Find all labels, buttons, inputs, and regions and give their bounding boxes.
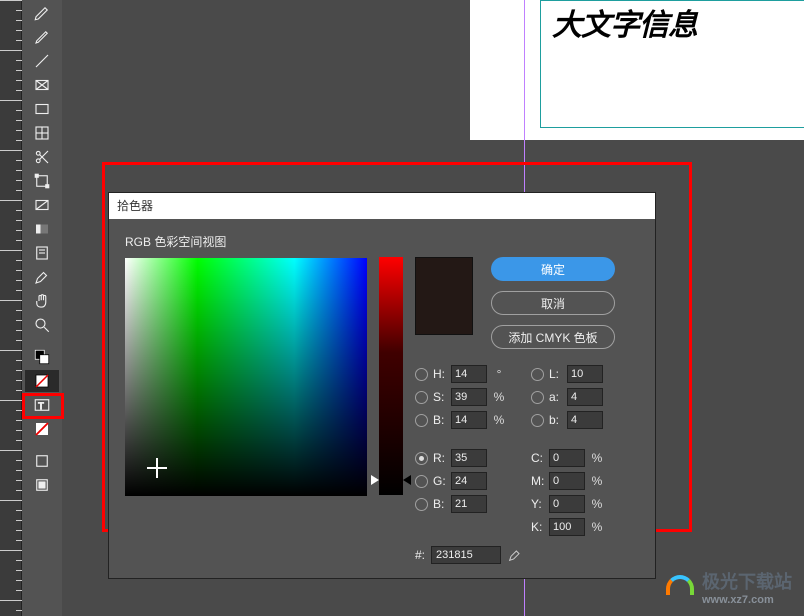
watermark: 极光下载站 www.xz7.com [666,568,792,606]
label-b-rgb: B: [433,497,451,511]
watermark-brand: 极光下载站 [702,572,792,592]
radio-l[interactable] [531,368,544,381]
grid-tool-icon[interactable] [25,122,59,144]
unit-h: ° [491,367,507,381]
label-b-lab: b: [549,413,567,427]
input-b-lab[interactable] [567,411,603,429]
fill-stroke-swap-icon[interactable] [25,346,59,368]
document-canvas[interactable]: 大文字信息 [470,0,804,140]
view-mode-preview-icon[interactable] [25,474,59,496]
pen-tool-icon[interactable] [25,2,59,24]
vertical-ruler [0,0,22,616]
ok-button[interactable]: 确定 [491,257,615,281]
radio-bv[interactable] [415,414,428,427]
watermark-url: www.xz7.com [702,594,792,606]
input-l[interactable] [567,365,603,383]
rectangle-frame-tool-icon[interactable] [25,74,59,96]
input-k[interactable] [549,518,585,536]
color-preview-swatch [415,257,473,335]
input-r[interactable] [451,449,487,467]
hue-slider[interactable] [379,257,403,495]
label-y: Y: [531,497,549,511]
radio-a[interactable] [531,391,544,404]
color-picker-dialog: 拾色器 RGB 色彩空间视图 确定 取消 添加 CMYK 色板 H [108,192,656,579]
label-s: S: [433,390,451,404]
unit-k: % [589,520,605,534]
radio-r[interactable] [415,452,428,465]
unit-bv: % [491,413,507,427]
zoom-tool-icon[interactable] [25,314,59,336]
label-a: a: [549,390,567,404]
hue-slider-handle-left-icon [371,475,379,485]
view-mode-normal-icon[interactable] [25,450,59,472]
color-field[interactable] [125,258,367,496]
input-y[interactable] [549,495,585,513]
gradient-feather-tool-icon[interactable] [25,218,59,240]
gradient-swatch-tool-icon[interactable] [25,194,59,216]
watermark-logo-icon [666,575,696,599]
label-bv: B: [433,413,451,427]
hex-input[interactable] [431,546,501,564]
input-s[interactable] [451,388,487,406]
hex-label: #: [415,548,425,562]
dialog-title[interactable]: 拾色器 [109,193,655,219]
label-k: K: [531,520,549,534]
input-g[interactable] [451,472,487,490]
document-text: 大文字信息 [552,0,697,44]
eyedropper-icon[interactable] [507,547,523,563]
rectangle-tool-icon[interactable] [25,98,59,120]
eyedropper-tool-icon[interactable] [25,266,59,288]
unit-c: % [589,451,605,465]
input-a[interactable] [567,388,603,406]
free-transform-tool-icon[interactable] [25,170,59,192]
cancel-button[interactable]: 取消 [491,291,615,315]
input-m[interactable] [549,472,585,490]
hue-slider-handle-right-icon [403,475,411,485]
highlight-box-tool [22,393,64,419]
radio-b-lab[interactable] [531,414,544,427]
input-h[interactable] [451,365,487,383]
radio-b-rgb[interactable] [415,498,428,511]
label-m: M: [531,474,549,488]
add-swatch-button[interactable]: 添加 CMYK 色板 [491,325,615,349]
input-c[interactable] [549,449,585,467]
line-tool-icon[interactable] [25,50,59,72]
apply-none-icon[interactable] [25,418,59,440]
input-bv[interactable] [451,411,487,429]
unit-m: % [589,474,605,488]
fill-stroke-default-icon[interactable] [25,370,59,392]
scissors-tool-icon[interactable] [25,146,59,168]
label-r: R: [433,451,451,465]
pencil-tool-icon[interactable] [25,26,59,48]
unit-y: % [589,497,605,511]
color-space-label: RGB 色彩空间视图 [125,233,367,250]
input-b-rgb[interactable] [451,495,487,513]
radio-s[interactable] [415,391,428,404]
note-tool-icon[interactable] [25,242,59,264]
radio-h[interactable] [415,368,428,381]
label-c: C: [531,451,549,465]
radio-g[interactable] [415,475,428,488]
hand-tool-icon[interactable] [25,290,59,312]
label-l: L: [549,367,567,381]
label-h: H: [433,367,451,381]
tool-palette: T [22,0,62,616]
label-g: G: [433,474,451,488]
color-field-cursor-icon [147,458,167,478]
unit-s: % [491,390,507,404]
